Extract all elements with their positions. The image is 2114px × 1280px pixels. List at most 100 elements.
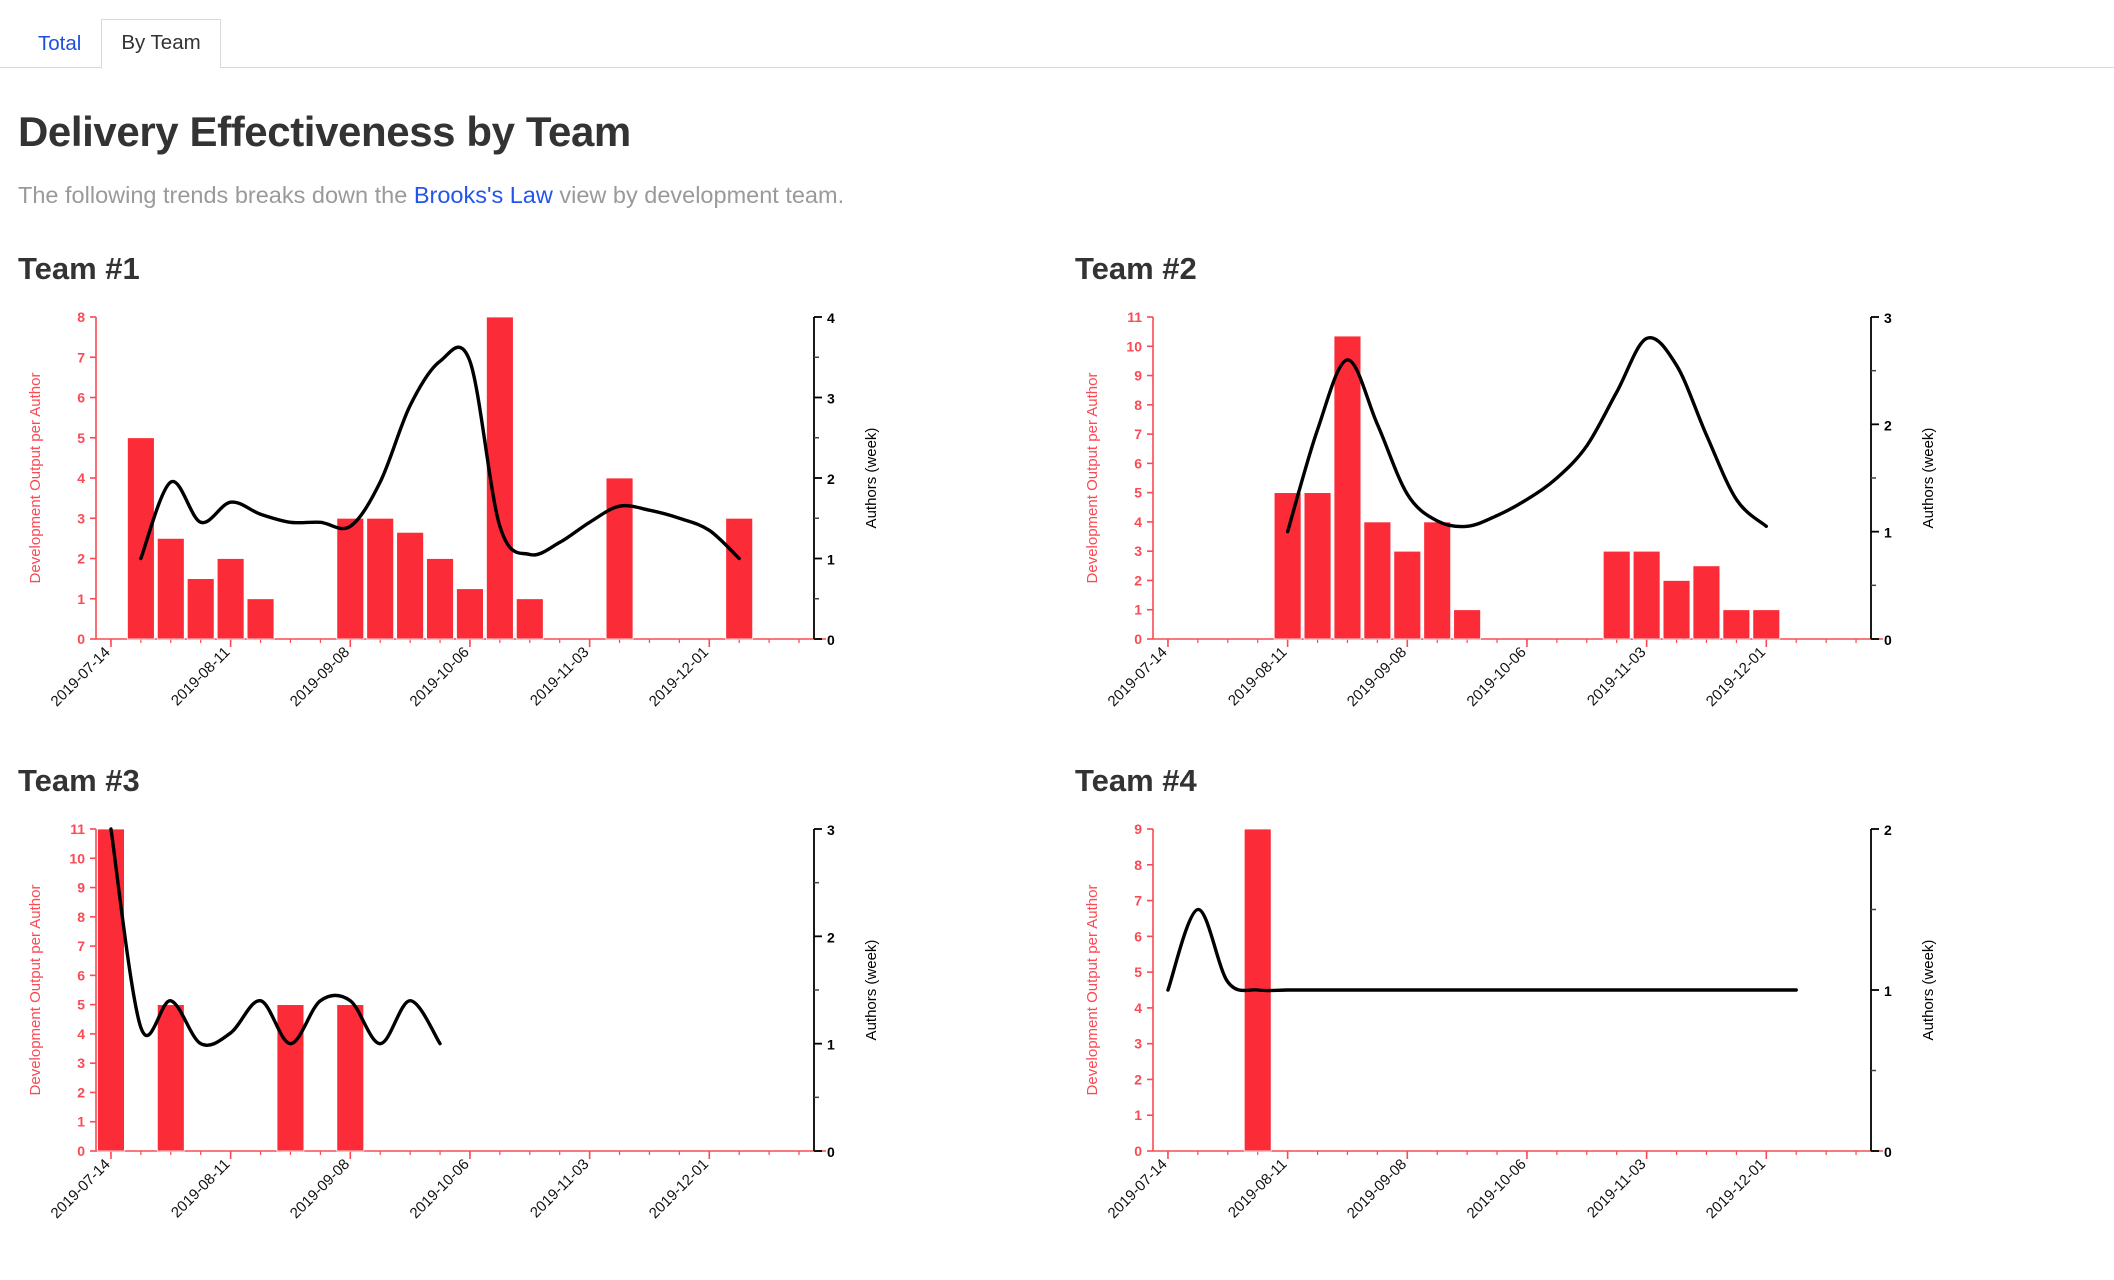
x-axis-tick-label: 2019-11-03 [527,644,592,709]
left-axis-tick-label: 4 [77,470,85,486]
x-axis-tick-label: 2019-10-06 [1464,644,1530,710]
right-axis-tick-label: 1 [827,552,835,568]
bar [1363,521,1392,640]
right-axis-title: Authors (week) [863,940,880,1041]
left-axis-tick-label: 11 [70,821,85,837]
left-axis-tick-label: 8 [1134,857,1142,873]
x-axis-tick-label: 2019-10-06 [407,1156,473,1222]
bar [1602,550,1631,640]
left-axis-tick-label: 7 [77,938,85,954]
left-axis-title: Development Output per Author [1084,373,1101,584]
chart-title-team-4: Team #4 [1075,763,1197,798]
left-axis-tick-label: 10 [69,850,85,866]
left-axis-tick-label: 1 [77,1114,85,1130]
left-axis-tick-label: 3 [1134,543,1142,559]
left-axis-title: Development Output per Author [27,885,44,1096]
chart-panel-team-4: Team #4 0 1 2 3 4 5 6 7 8 9 Development Output per… [1057,763,2114,1275]
left-axis-tick-label: 2 [1134,1071,1142,1087]
tab-total-label: Total [38,32,82,55]
right-axis-tick-label: 1 [1884,525,1892,541]
chart-title-team-3: Team #3 [18,763,140,798]
chart-svg: 0 1 2 3 4 5 6 7 8 Development Output per Author 0 1… [27,309,880,710]
right-axis-tick-label: 3 [827,391,835,407]
left-axis-tick-label: 6 [1134,455,1142,471]
bar [1273,492,1302,640]
x-axis-tick-label: 2019-08-11 [1225,1156,1290,1221]
chart-plot-team-1[interactable]: 0 1 2 3 4 5 6 7 8 Development Output per Author 0 1… [18,309,1057,739]
bar [276,1004,305,1152]
page-title: Delivery Effectiveness by Team [18,108,631,155]
chart-plot-team-2[interactable]: 0 1 2 3 4 5 6 7 8 9 10 11 Development Output per Aut… [1075,309,2114,739]
x-axis-tick-label: 2019-07-14 [1105,644,1171,710]
bar [156,1004,185,1152]
bar [1393,550,1422,640]
bar [127,437,155,640]
left-axis-tick-label: 0 [77,1143,85,1159]
tab-total[interactable]: Total [18,20,101,69]
left-axis-title: Development Output per Author [1084,885,1101,1096]
left-axis-tick-label: 2 [1134,572,1142,588]
x-axis-tick-label: 2019-12-01 [646,644,712,710]
x-axis-tick-label: 2019-12-01 [1703,1156,1769,1222]
charts-grid: Team #1 0 1 2 3 4 5 6 7 8 Development Output per … [0,251,2114,1275]
x-axis-tick-label: 2019-11-03 [1584,1156,1649,1221]
chart-svg: 01234567891011Development Output per Aut… [1084,309,1937,710]
right-axis-tick-label: 2 [1884,822,1892,838]
bar [366,517,395,640]
left-axis-tick-label: 0 [77,631,85,647]
x-axis-tick-label: 2019-09-08 [287,644,353,710]
x-axis-tick-label: 2019-09-08 [1344,644,1410,710]
chart-plot-team-4[interactable]: 0 1 2 3 4 5 6 7 8 9 Development Output per Author 0… [1075,821,2114,1251]
bar [396,531,424,640]
tab-by-team[interactable]: By Team [101,19,221,69]
left-axis-tick-label: 9 [1134,368,1142,384]
bar [426,558,454,640]
left-axis-tick-label: 4 [1134,1000,1142,1016]
left-axis-tick-label: 5 [1134,485,1142,501]
x-axis-tick-label: 2019-07-14 [48,1156,114,1222]
bar [246,598,275,640]
x-axis-tick-label: 2019-07-14 [1105,1156,1171,1222]
right-axis-tick-label: 0 [827,632,835,648]
bar [336,517,365,640]
left-axis-tick-label: 6 [77,390,85,406]
left-axis-tick-label: 8 [77,309,85,325]
chart-title-team-2: Team #2 [1075,251,1197,286]
left-axis-tick-label: 3 [1134,1036,1142,1052]
x-axis-tick-label: 2019-08-11 [168,644,233,709]
bar [1752,609,1781,640]
bar [1303,492,1332,640]
left-axis-tick-label: 2 [77,1084,85,1100]
brooks-law-link[interactable]: Brooks's Law [414,182,553,208]
x-axis-tick-label: 2019-12-01 [646,1156,712,1222]
bar [605,477,634,640]
right-axis-title: Authors (week) [1920,940,1937,1041]
bar [456,588,484,640]
left-axis-tick-label: 9 [1134,821,1142,837]
left-axis-tick-label: 5 [77,997,85,1013]
chart-svg: 0 1 2 3 4 5 6 7 8 9 Development Output per Author 0… [1084,821,1937,1222]
bar [156,537,185,640]
chart-title-team-1: Team #1 [18,251,140,286]
left-axis-tick-label: 11 [1127,309,1142,325]
x-axis-tick-label: 2019-08-11 [168,1156,233,1221]
tab-bar: Total By Team [0,9,2114,69]
chart-panel-team-1: Team #1 0 1 2 3 4 5 6 7 8 Development Output per … [0,251,1057,763]
subtitle-text-after: view by development team. [552,182,845,208]
bar [1453,609,1481,640]
left-axis-tick-label: 8 [77,909,85,925]
page-subtitle: The following trends breaks down the Bro… [18,182,2114,209]
right-axis-tick-label: 2 [827,471,835,487]
bar [1423,521,1452,640]
page-root: Total By Team Delivery Effectiveness by … [0,9,2114,1280]
left-axis-tick-label: 10 [1126,338,1142,354]
left-axis-title: Development Output per Author [27,373,44,584]
left-axis-tick-label: 6 [77,967,85,983]
left-axis-tick-label: 4 [1134,514,1142,530]
left-axis-tick-label: 7 [1134,426,1142,442]
left-axis-tick-label: 0 [1134,631,1142,647]
x-axis-tick-label: 2019-10-06 [407,644,473,710]
chart-plot-team-3[interactable]: 0 1 2 3 4 5 6 7 8 9 10 11 Development Output per Aut… [18,821,1057,1251]
bar [336,1004,365,1152]
right-axis-tick-label: 2 [827,929,835,945]
